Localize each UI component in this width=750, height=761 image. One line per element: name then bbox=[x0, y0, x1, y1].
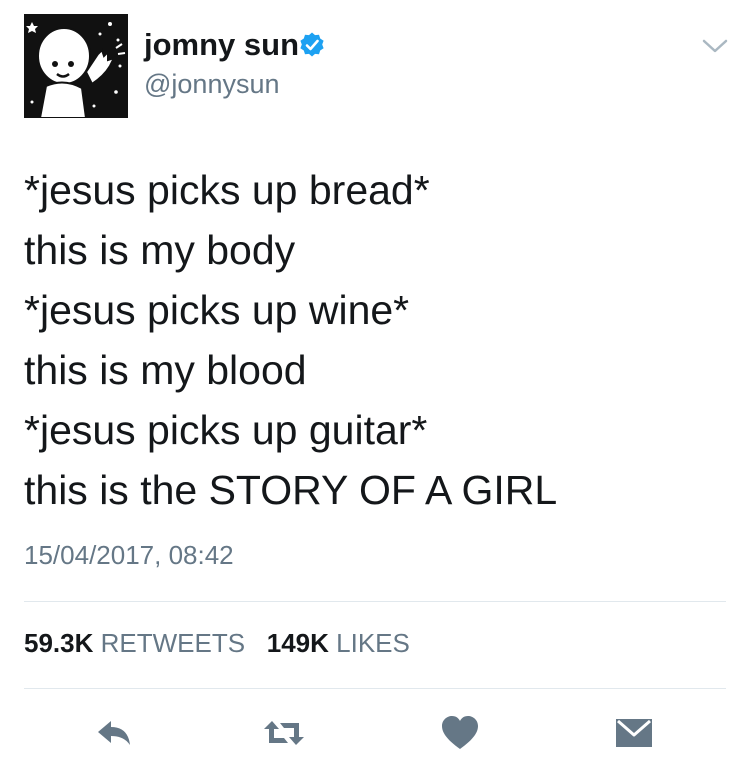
tweet-line: this is the STORY OF A GIRL bbox=[24, 467, 558, 513]
reply-icon bbox=[98, 721, 130, 745]
tweet-line: this is my body bbox=[24, 227, 296, 273]
tweet-line: *jesus picks up bread* bbox=[24, 167, 430, 213]
user-handle[interactable]: @jonnysun bbox=[144, 68, 280, 100]
tweet-actions bbox=[0, 705, 750, 761]
like-button[interactable] bbox=[438, 713, 482, 753]
likes-label: LIKES bbox=[336, 628, 410, 658]
retweets-count: 59.3K bbox=[24, 628, 94, 658]
retweet-icon bbox=[264, 721, 304, 745]
display-name[interactable]: jomny sun bbox=[144, 27, 299, 63]
likes-stat[interactable]: 149K LIKES bbox=[267, 628, 410, 658]
divider bbox=[24, 601, 726, 602]
tweet-timestamp: 15/04/2017, 08:42 bbox=[24, 540, 234, 570]
divider bbox=[24, 688, 726, 689]
tweet-text: *jesus picks up bread* this is my body *… bbox=[24, 160, 724, 520]
envelope-icon bbox=[616, 719, 652, 747]
retweets-stat[interactable]: 59.3K RETWEETS bbox=[24, 628, 252, 658]
avatar[interactable] bbox=[24, 14, 128, 118]
tweet-line: this is my blood bbox=[24, 347, 307, 393]
retweets-label: RETWEETS bbox=[100, 628, 246, 658]
reply-button[interactable] bbox=[92, 713, 136, 753]
heart-icon bbox=[442, 716, 478, 749]
tweet-stats: 59.3K RETWEETS 149K LIKES bbox=[24, 627, 410, 659]
verified-badge-icon bbox=[300, 32, 324, 57]
cartoon-alien-avatar-icon bbox=[24, 14, 128, 118]
tweet-line: *jesus picks up wine* bbox=[24, 287, 410, 333]
likes-count: 149K bbox=[266, 628, 329, 658]
direct-message-button[interactable] bbox=[612, 713, 656, 753]
tweet-line: *jesus picks up guitar* bbox=[24, 407, 428, 453]
chevron-down-icon[interactable] bbox=[700, 36, 730, 56]
retweet-button[interactable] bbox=[262, 713, 306, 753]
